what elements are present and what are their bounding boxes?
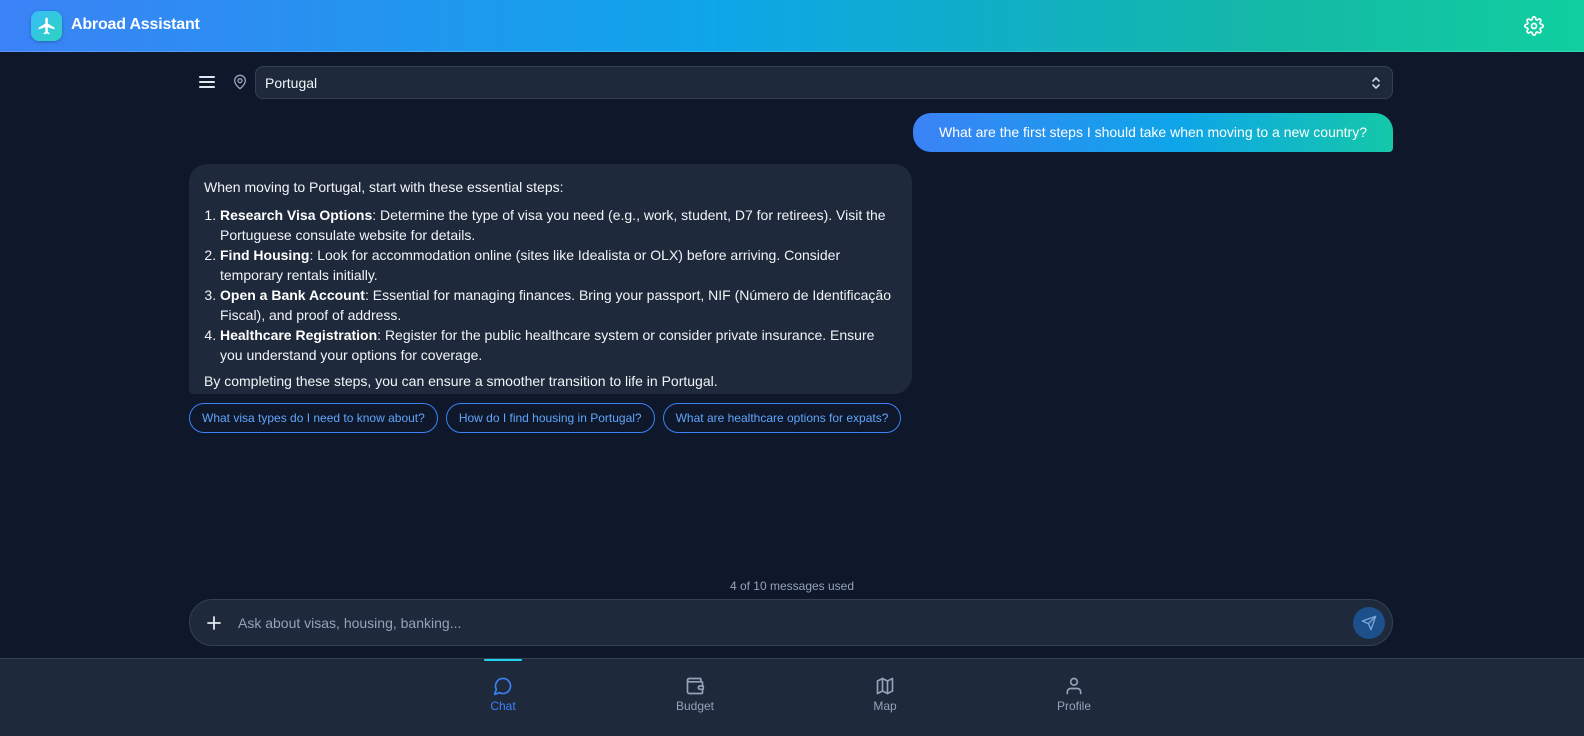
list-item: Find Housing: Look for accommodation onl… xyxy=(220,245,897,285)
chevron-up-down-icon xyxy=(1372,77,1380,89)
step-title: Healthcare Registration xyxy=(220,327,378,343)
suggestion-chips: What visa types do I need to know about?… xyxy=(189,403,902,433)
list-item: Open a Bank Account: Essential for manag… xyxy=(220,285,897,325)
step-title: Research Visa Options xyxy=(220,207,373,223)
attach-button[interactable] xyxy=(204,613,224,633)
bottom-nav: Chat Budget Map Profile xyxy=(0,658,1584,736)
hamburger-menu-icon xyxy=(199,76,215,88)
message-composer xyxy=(189,599,1393,646)
chat-bubble-icon xyxy=(493,677,512,696)
country-select[interactable]: Portugal xyxy=(255,66,1393,99)
nav-label: Profile xyxy=(1056,699,1091,713)
gear-icon xyxy=(1524,16,1544,36)
list-item: Healthcare Registration: Register for th… xyxy=(220,325,897,365)
user-icon xyxy=(1066,677,1082,695)
suggestion-chip-visa[interactable]: What visa types do I need to know about? xyxy=(189,403,438,433)
usage-counter: 4 of 10 messages used xyxy=(729,579,855,593)
active-tab-indicator xyxy=(484,659,522,661)
settings-button[interactable] xyxy=(1522,14,1546,38)
airplane-icon xyxy=(31,11,62,41)
app-title: Abroad Assistant xyxy=(71,16,200,33)
menu-button[interactable] xyxy=(196,72,218,92)
suggestion-chip-healthcare[interactable]: What are healthcare options for expats? xyxy=(662,403,902,433)
assistant-intro: When moving to Portugal, start with thes… xyxy=(204,179,564,195)
user-message: What are the first steps I should take w… xyxy=(913,113,1393,152)
send-button[interactable] xyxy=(1353,607,1385,639)
assistant-outro: By completing these steps, you can ensur… xyxy=(204,373,718,389)
list-item: Research Visa Options: Determine the typ… xyxy=(220,205,897,245)
assistant-message: When moving to Portugal, start with thes… xyxy=(189,164,912,394)
nav-label: Budget xyxy=(675,699,715,713)
wallet-icon xyxy=(686,677,705,695)
nav-item-budget[interactable]: Budget xyxy=(645,659,745,719)
nav-label: Chat xyxy=(490,699,516,713)
nav-item-chat[interactable]: Chat xyxy=(453,659,553,719)
send-icon xyxy=(1361,615,1377,631)
step-title: Find Housing xyxy=(220,247,310,263)
nav-item-map[interactable]: Map xyxy=(835,659,935,719)
message-input[interactable] xyxy=(236,610,1336,636)
step-text: : Look for accommodation online (sites l… xyxy=(220,247,841,283)
app-header: Abroad Assistant xyxy=(0,0,1584,52)
nav-item-profile[interactable]: Profile xyxy=(1024,659,1124,719)
step-title: Open a Bank Account xyxy=(220,287,365,303)
suggestion-chip-housing[interactable]: How do I find housing in Portugal? xyxy=(445,403,655,433)
selected-country: Portugal xyxy=(265,75,318,91)
steps-list: Research Visa Options: Determine the typ… xyxy=(204,205,897,365)
nav-label: Map xyxy=(873,699,897,713)
plus-icon xyxy=(207,616,221,630)
map-icon xyxy=(876,677,894,695)
map-pin-icon xyxy=(232,73,248,91)
